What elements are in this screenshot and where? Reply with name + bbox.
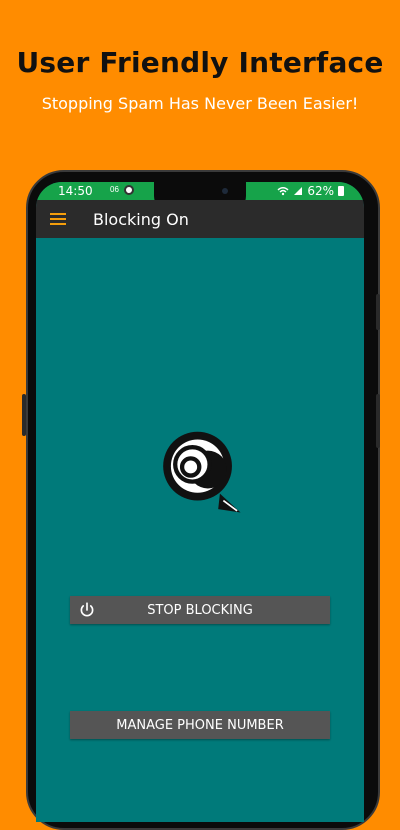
battery-percent: 62% [307, 184, 334, 198]
app-screen: 14:50 06 62% Blocking On STOP BLOCKING M… [36, 182, 364, 822]
wifi-icon [277, 187, 289, 196]
call-blocker-logo-icon [163, 431, 241, 513]
signal-icon [294, 187, 303, 195]
promo-subtitle: Stopping Spam Has Never Been Easier! [41, 94, 359, 113]
phone-side-button [376, 394, 380, 448]
promo-title: User Friendly Interface [16, 46, 384, 79]
hamburger-menu-icon[interactable] [50, 213, 66, 225]
manage-phone-number-label: MANAGE PHONE NUMBER [116, 717, 284, 733]
battery-icon [338, 186, 344, 196]
status-right: 62% [277, 184, 344, 198]
stop-blocking-label: STOP BLOCKING [147, 602, 253, 618]
notification-icon [124, 185, 134, 195]
phone-side-button [22, 394, 26, 436]
status-time: 14:50 [58, 184, 93, 198]
power-icon [80, 602, 94, 617]
phone-side-button [376, 294, 380, 330]
app-title: Blocking On [93, 210, 189, 229]
camera-icon [222, 188, 228, 194]
status-indicator: 06 [110, 185, 119, 194]
manage-phone-number-button[interactable]: MANAGE PHONE NUMBER [70, 711, 330, 739]
app-bar: Blocking On [36, 200, 364, 238]
stop-blocking-button[interactable]: STOP BLOCKING [70, 596, 330, 624]
